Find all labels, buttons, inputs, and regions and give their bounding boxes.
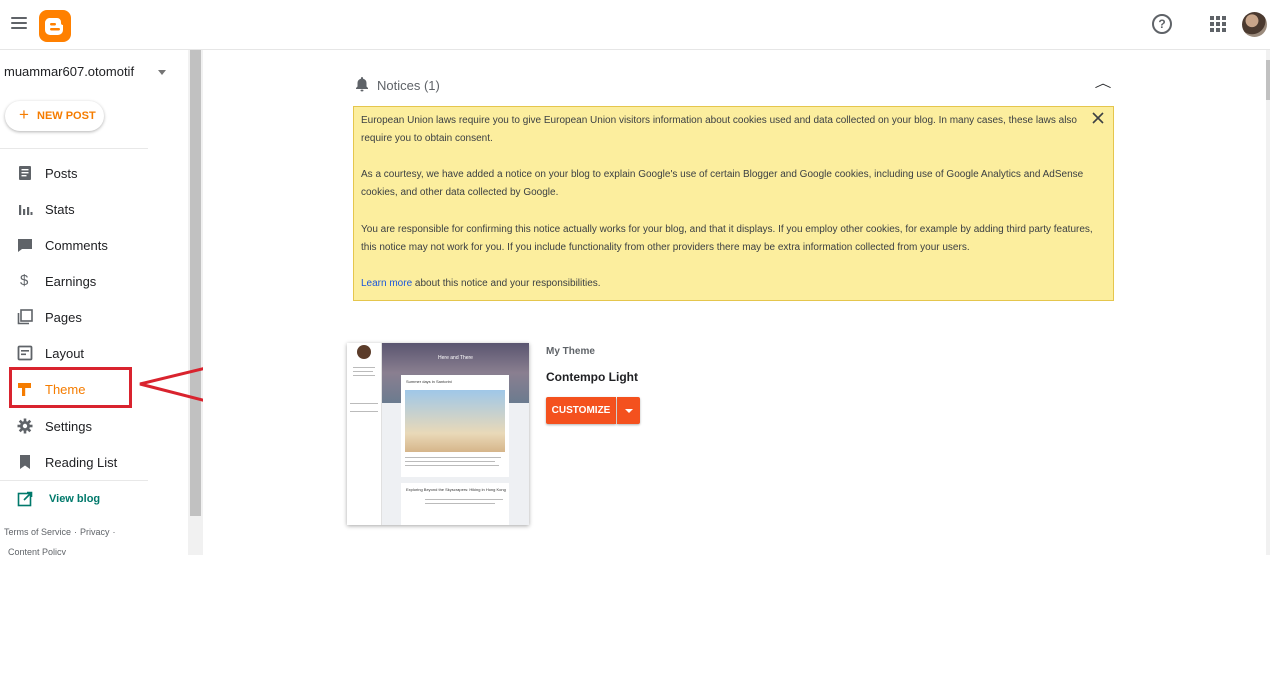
page-blank-area bbox=[0, 555, 1280, 676]
sidebar-item-stats[interactable]: Stats bbox=[0, 194, 148, 224]
sidebar-item-posts[interactable]: Posts bbox=[0, 158, 148, 188]
gear-icon bbox=[17, 418, 33, 434]
layout-icon bbox=[17, 345, 33, 361]
plus-icon: + bbox=[19, 105, 29, 124]
new-post-button[interactable]: + NEW POST bbox=[5, 101, 104, 131]
notice-paragraph: European Union laws require you to give … bbox=[361, 115, 1077, 144]
separator-dot: · bbox=[74, 527, 78, 537]
sidebar-item-label: Pages bbox=[45, 310, 82, 325]
view-blog-label: View blog bbox=[49, 493, 101, 505]
notices-header[interactable]: Notices (1) ︿ bbox=[353, 76, 1113, 96]
privacy-link[interactable]: Privacy bbox=[80, 527, 110, 537]
notice-paragraph: You are responsible for confirming this … bbox=[361, 224, 1093, 253]
bell-icon bbox=[356, 77, 368, 92]
main-scrollbar-thumb[interactable] bbox=[1266, 60, 1270, 100]
sidebar-item-pages[interactable]: Pages bbox=[0, 302, 148, 332]
preview-post: Summer days in Santorini bbox=[401, 375, 509, 477]
terms-link[interactable]: Terms of Service bbox=[4, 527, 71, 537]
sidebar-item-label: Stats bbox=[45, 202, 75, 217]
preview-line bbox=[350, 411, 378, 412]
cookie-notice: European Union laws require you to give … bbox=[353, 106, 1114, 301]
top-bar: ? bbox=[0, 0, 1270, 50]
sidebar-item-label: Reading List bbox=[45, 455, 118, 470]
sidebar-item-comments[interactable]: Comments bbox=[0, 230, 148, 260]
sidebar-item-label: Layout bbox=[45, 346, 85, 361]
chevron-up-icon[interactable]: ︿ bbox=[1095, 74, 1112, 91]
close-icon[interactable] bbox=[1091, 111, 1105, 125]
my-theme-label: My Theme bbox=[546, 346, 595, 357]
preview-line bbox=[405, 457, 501, 458]
sidebar-item-label: Earnings bbox=[45, 274, 97, 289]
preview-post: Exploring Beyond the Skyscrapers: Hiking… bbox=[401, 483, 509, 525]
sidebar: muammar607.otomotif + NEW POST Posts Sta… bbox=[0, 50, 188, 557]
help-icon[interactable]: ? bbox=[1152, 14, 1172, 34]
notice-paragraph: As a courtesy, we have added a notice on… bbox=[361, 169, 1084, 198]
account-avatar[interactable] bbox=[1242, 12, 1267, 37]
preview-line bbox=[425, 499, 503, 500]
comments-icon bbox=[18, 239, 32, 252]
preview-post-title: Exploring Beyond the Skyscrapers: Hiking… bbox=[406, 487, 506, 492]
notices-title: Notices (1) bbox=[377, 78, 440, 93]
blogger-logo[interactable] bbox=[39, 10, 71, 42]
caret-down-icon bbox=[625, 409, 633, 413]
stats-icon bbox=[19, 205, 33, 215]
sidebar-scrollbar-thumb[interactable] bbox=[190, 50, 201, 516]
preview-banner-title: Here and There bbox=[438, 355, 473, 361]
preview-line bbox=[405, 461, 495, 462]
pages-icon bbox=[17, 309, 33, 325]
preview-post-image bbox=[405, 390, 505, 452]
sidebar-item-layout[interactable]: Layout bbox=[0, 338, 148, 368]
bookmark-icon bbox=[20, 455, 30, 469]
preview-avatar bbox=[357, 345, 371, 359]
sidebar-item-label: Posts bbox=[45, 166, 78, 181]
annotation-highlight-box bbox=[9, 367, 132, 408]
new-post-label: NEW POST bbox=[37, 110, 96, 122]
sidebar-item-label: Settings bbox=[45, 419, 92, 434]
preview-line bbox=[405, 465, 499, 466]
divider bbox=[0, 148, 148, 149]
main-scrollbar-track bbox=[1266, 50, 1270, 555]
apps-grid-icon[interactable] bbox=[1210, 16, 1226, 32]
learn-more-link[interactable]: Learn more bbox=[361, 278, 412, 289]
external-link-icon bbox=[17, 491, 33, 507]
sidebar-item-earnings[interactable]: $ Earnings bbox=[0, 266, 148, 296]
preview-line bbox=[350, 403, 378, 404]
blog-selector[interactable]: muammar607.otomotif bbox=[4, 64, 174, 82]
sidebar-item-label: Comments bbox=[45, 238, 108, 253]
preview-line bbox=[425, 503, 495, 504]
customize-button[interactable]: CUSTOMIZE bbox=[546, 397, 616, 424]
caret-down-icon bbox=[158, 70, 166, 75]
posts-icon bbox=[19, 166, 31, 180]
preview-sidebar bbox=[347, 343, 382, 525]
theme-preview[interactable]: Here and There Summer days in Santorini … bbox=[347, 343, 529, 525]
sidebar-item-reading-list[interactable]: Reading List bbox=[0, 447, 148, 477]
preview-line bbox=[353, 375, 375, 376]
preview-line bbox=[353, 371, 373, 372]
main-content: Notices (1) ︿ European Union laws requir… bbox=[203, 50, 1266, 555]
separator-dot: · bbox=[112, 527, 116, 537]
theme-name: Contempo Light bbox=[546, 370, 638, 384]
blog-name: muammar607.otomotif bbox=[4, 64, 135, 79]
preview-post-title: Summer days in Santorini bbox=[406, 379, 452, 384]
notice-paragraph: Learn more about this notice and your re… bbox=[361, 275, 1093, 293]
learn-more-suffix: about this notice and your responsibilit… bbox=[412, 278, 601, 289]
hamburger-menu-icon[interactable] bbox=[11, 17, 27, 31]
preview-line bbox=[353, 367, 375, 368]
divider bbox=[0, 480, 148, 481]
customize-dropdown-button[interactable] bbox=[617, 397, 640, 424]
earnings-icon: $ bbox=[20, 272, 29, 289]
sidebar-item-settings[interactable]: Settings bbox=[0, 411, 148, 441]
view-blog-link[interactable]: View blog bbox=[0, 484, 148, 514]
